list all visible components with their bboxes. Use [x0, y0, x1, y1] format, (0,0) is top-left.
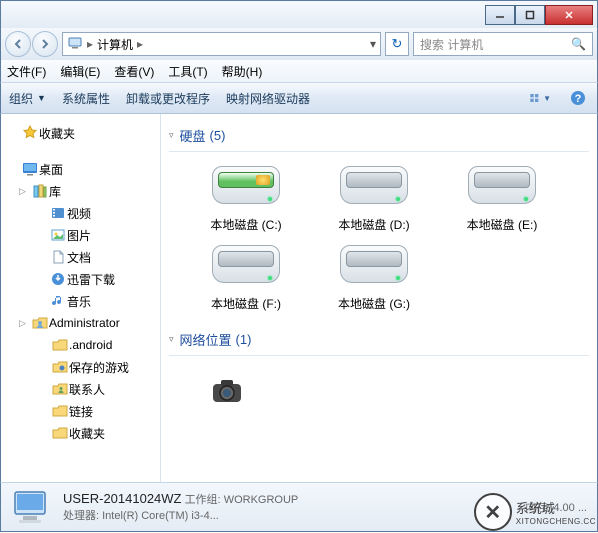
- view-options-button[interactable]: ▼: [529, 87, 551, 109]
- status-cpu-label: 处理器:: [63, 510, 99, 522]
- nav-buttons: [5, 31, 58, 57]
- drive-icon: [334, 162, 414, 212]
- menu-bar: 文件(F) 编辑(E) 查看(V) 工具(T) 帮助(H): [0, 60, 598, 82]
- tree-documents[interactable]: 文档: [1, 246, 160, 268]
- computer-icon: [67, 35, 83, 54]
- tree-music[interactable]: 音乐: [1, 290, 160, 312]
- drive-icon: [462, 162, 542, 212]
- menu-view[interactable]: 查看(V): [114, 63, 154, 80]
- tree-desktop[interactable]: 桌面: [1, 158, 160, 180]
- pictures-icon: [49, 227, 67, 243]
- video-icon: [49, 205, 67, 221]
- status-mem-label: 内存:: [525, 502, 550, 514]
- computer-icon: [11, 486, 53, 528]
- download-icon: [49, 271, 67, 287]
- network-device[interactable]: [187, 366, 267, 414]
- search-icon: 🔍: [571, 37, 586, 51]
- search-box[interactable]: 搜索 计算机 🔍: [413, 32, 593, 56]
- menu-tools[interactable]: 工具(T): [168, 63, 207, 80]
- music-icon: [49, 293, 67, 309]
- tree-pictures[interactable]: 图片: [1, 224, 160, 246]
- breadcrumb-separator: ▸: [87, 37, 93, 51]
- breadcrumb-separator: ▸: [137, 37, 143, 51]
- drive-e[interactable]: 本地磁盘 (E:): [443, 162, 561, 233]
- help-button[interactable]: ?: [567, 87, 589, 109]
- desktop-icon: [21, 161, 39, 177]
- collapse-icon: ▿: [169, 334, 174, 345]
- chevron-down-icon: ▼: [37, 93, 46, 103]
- libraries-icon: [31, 183, 49, 199]
- tree-contacts[interactable]: 联系人: [1, 378, 160, 400]
- folder-icon: [51, 403, 69, 419]
- tree-savedgames[interactable]: 保存的游戏: [1, 356, 160, 378]
- folder-icon: [51, 337, 69, 353]
- expand-icon[interactable]: ▷: [19, 186, 31, 197]
- navigation-pane: 收藏夹 桌面 ▷库 视频 图片 文档 迅雷下载 音乐 ▷Administrato…: [1, 114, 161, 482]
- minimize-button[interactable]: [485, 5, 515, 25]
- command-toolbar: 组织 ▼ 系统属性 卸载或更改程序 映射网络驱动器 ▼ ?: [0, 82, 598, 114]
- menu-file[interactable]: 文件(F): [7, 63, 46, 80]
- system-properties-button[interactable]: 系统属性: [62, 90, 110, 107]
- contacts-icon: [51, 381, 69, 397]
- collapse-icon: ▿: [169, 130, 174, 141]
- tree-administrator[interactable]: ▷Administrator: [1, 312, 160, 334]
- tree-links[interactable]: 链接: [1, 400, 160, 422]
- refresh-button[interactable]: ↻: [385, 32, 409, 56]
- status-cpu: Intel(R) Core(TM) i3-4...: [102, 510, 219, 522]
- documents-icon: [49, 249, 67, 265]
- tree-videos[interactable]: 视频: [1, 202, 160, 224]
- address-bar[interactable]: ▸ 计算机 ▸ ▾: [62, 32, 381, 56]
- tree-favorites2[interactable]: 收藏夹: [1, 422, 160, 444]
- window-titlebar: [0, 0, 598, 28]
- drive-g[interactable]: 本地磁盘 (G:): [315, 241, 433, 312]
- map-drive-button[interactable]: 映射网络驱动器: [226, 90, 310, 107]
- organize-button[interactable]: 组织 ▼: [9, 90, 46, 107]
- menu-edit[interactable]: 编辑(E): [60, 63, 100, 80]
- details-pane: USER-20141024WZ 工作组: WORKGROUP 处理器: Inte…: [0, 482, 598, 532]
- status-pcname: USER-20141024WZ: [63, 491, 182, 506]
- drive-d[interactable]: 本地磁盘 (D:): [315, 162, 433, 233]
- drive-icon: [206, 162, 286, 212]
- user-folder-icon: [31, 315, 49, 331]
- menu-help[interactable]: 帮助(H): [222, 63, 263, 80]
- back-button[interactable]: [5, 31, 31, 57]
- tree-libraries[interactable]: ▷库: [1, 180, 160, 202]
- maximize-button[interactable]: [515, 5, 545, 25]
- camera-icon: [203, 372, 251, 408]
- savedgames-icon: [51, 359, 69, 375]
- tree-android[interactable]: .android: [1, 334, 160, 356]
- address-dropdown-icon[interactable]: ▾: [370, 37, 376, 51]
- drives-grid: 本地磁盘 (C:) 本地磁盘 (D:) 本地磁盘 (E:) 本地磁盘 (F:) …: [169, 162, 589, 312]
- expand-icon[interactable]: ▷: [19, 318, 31, 329]
- uninstall-button[interactable]: 卸载或更改程序: [126, 90, 210, 107]
- status-workgroup-label: 工作组:: [185, 494, 221, 506]
- drive-f[interactable]: 本地磁盘 (F:): [187, 241, 305, 312]
- status-mem: 4.00 ...: [553, 502, 587, 514]
- forward-button[interactable]: [32, 31, 58, 57]
- breadcrumb-root[interactable]: 计算机: [97, 36, 133, 53]
- svg-text:?: ?: [575, 93, 582, 105]
- navigation-bar: ▸ 计算机 ▸ ▾ ↻ 搜索 计算机 🔍: [0, 28, 598, 60]
- drive-c[interactable]: 本地磁盘 (C:): [187, 162, 305, 233]
- group-header-network[interactable]: ▿ 网络位置 (1): [169, 326, 589, 356]
- status-workgroup: WORKGROUP: [224, 494, 299, 506]
- group-header-hdd[interactable]: ▿ 硬盘 (5): [169, 122, 589, 152]
- tree-favorites[interactable]: 收藏夹: [1, 122, 160, 144]
- folder-icon: [51, 425, 69, 441]
- drive-icon: [334, 241, 414, 291]
- drive-icon: [206, 241, 286, 291]
- close-button[interactable]: [545, 5, 593, 25]
- content-pane: ▿ 硬盘 (5) 本地磁盘 (C:) 本地磁盘 (D:) 本地磁盘 (E:) 本…: [161, 114, 597, 482]
- window-controls: [485, 5, 593, 25]
- tree-downloads[interactable]: 迅雷下载: [1, 268, 160, 290]
- search-placeholder: 搜索 计算机: [420, 36, 483, 53]
- star-icon: [21, 125, 39, 141]
